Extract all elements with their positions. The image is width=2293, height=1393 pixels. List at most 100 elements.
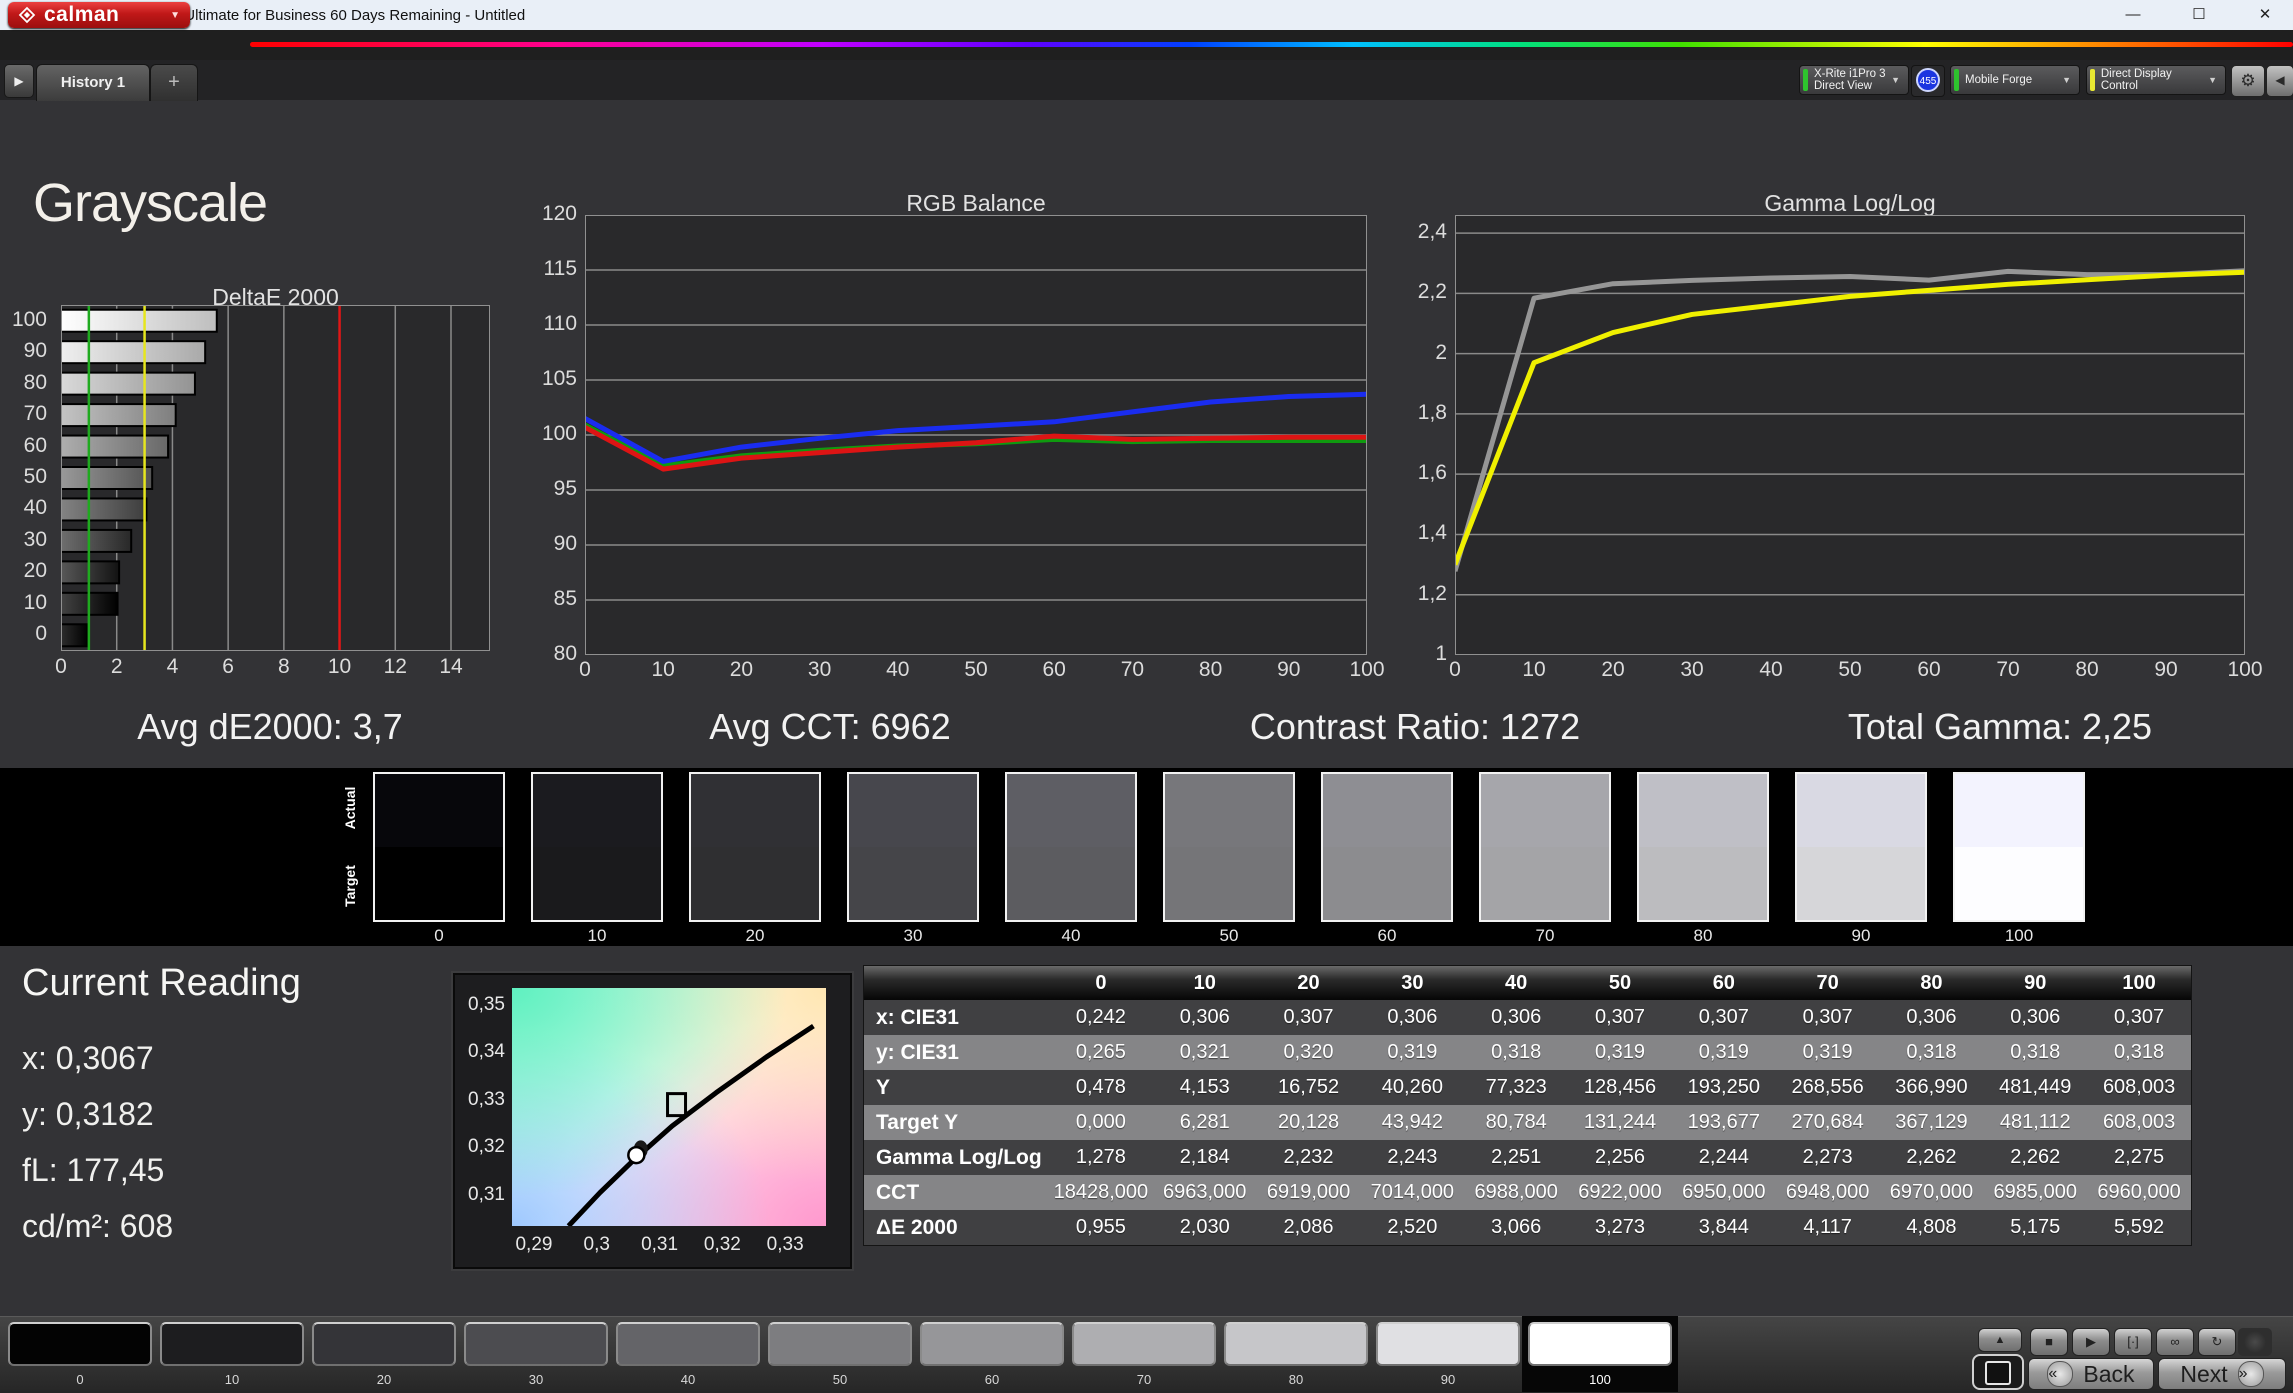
table-cell: 0,318 <box>1906 1041 1957 1063</box>
svg-rgb-xtick-90: 90 <box>1277 658 1301 681</box>
pattern-button-50[interactable] <box>768 1322 912 1366</box>
calman-menu-button[interactable]: calman ▼ <box>8 2 190 28</box>
display-control-dropdown[interactable]: Direct Display Control ▼ <box>2086 65 2226 95</box>
pattern-button-60[interactable] <box>920 1322 1064 1366</box>
swatch-actual-0 <box>375 774 503 847</box>
cie-ytick-3: 0,32 <box>468 1136 505 1158</box>
table-cell: 0,307 <box>1698 1006 1749 1028</box>
maximize-button[interactable]: ☐ <box>2176 0 2222 30</box>
meter-label: X-Rite i1Pro 3 Direct View <box>1814 68 1886 92</box>
svg-rgb-ytick-5: 95 <box>553 477 577 500</box>
history-panel-toggle-button[interactable]: ▶ <box>4 64 34 98</box>
cie-ytick-2: 0,33 <box>468 1088 505 1110</box>
source-status-accent <box>1954 69 1959 91</box>
row-label: Y <box>876 1075 891 1099</box>
table-cell: 0,307 <box>1283 1006 1334 1028</box>
deltae-ytick-70: 70 <box>23 402 47 426</box>
table-cell: 6963,000 <box>1163 1181 1247 1203</box>
cie-chart-overlay <box>566 1023 815 1226</box>
swatch-actual-20 <box>691 774 819 847</box>
meter-dropdown[interactable]: X-Rite i1Pro 3 Direct View ▼ <box>1799 65 1909 95</box>
pattern-button-label-80: 80 <box>1288 1372 1304 1387</box>
pattern-window-button[interactable] <box>1972 1354 2024 1390</box>
meter-badge-button[interactable]: 455 <box>1911 65 1945 97</box>
table-cell: 2,086 <box>1283 1216 1334 1238</box>
collapse-toolbar-button[interactable]: ◀ <box>2266 65 2293 97</box>
pattern-button-label-70: 70 <box>1136 1372 1152 1387</box>
table-cell: 2,256 <box>1594 1146 1646 1168</box>
table-cell: 2,244 <box>1698 1146 1749 1168</box>
pattern-button-10[interactable] <box>160 1322 304 1366</box>
titlebar: Calman 2025 Calman Ultimate for Business… <box>0 0 2293 30</box>
pattern-bar-expand-button[interactable]: ▲ <box>1978 1328 2022 1352</box>
svg-rgb-ytick-7: 85 <box>553 587 577 610</box>
pattern-button-40[interactable] <box>616 1322 760 1366</box>
pattern-button-30[interactable] <box>464 1322 608 1366</box>
deltae-ytick-40: 40 <box>23 496 47 520</box>
add-tab-button[interactable]: + <box>150 64 198 101</box>
table-header-20: 20 <box>1297 971 1320 994</box>
table-cell: 1,278 <box>1075 1146 1126 1168</box>
table-cell: 20,128 <box>1277 1111 1340 1133</box>
table-cell: 0,319 <box>1698 1041 1749 1063</box>
swatch-actual-80 <box>1639 774 1767 847</box>
cie-ytick-1: 0,34 <box>468 1041 505 1063</box>
table-cell: 2,232 <box>1283 1146 1334 1168</box>
pattern-button-70[interactable] <box>1072 1322 1216 1366</box>
table-cell: 3,844 <box>1698 1216 1749 1238</box>
table-cell: 2,275 <box>2114 1146 2165 1168</box>
display-status-accent <box>2090 69 2095 91</box>
stat-total-gamma: Total Gamma: 2,25 <box>1847 706 2153 747</box>
table-cell: 0,319 <box>1594 1041 1646 1063</box>
stat-avg-de2000: Avg dE2000: 3,7 <box>137 706 403 747</box>
next-button[interactable]: Next » <box>2158 1358 2286 1390</box>
tab-history-1[interactable]: History 1 <box>36 64 150 101</box>
pattern-button-20[interactable] <box>312 1322 456 1366</box>
svg-gamma-ytick-6: 1,2 <box>1417 581 1447 605</box>
table-cell: 2,251 <box>1491 1146 1542 1168</box>
stop-button[interactable]: ■ <box>2030 1328 2068 1356</box>
deltae-xtick-4: 4 <box>166 655 179 678</box>
back-button[interactable]: « Back <box>2028 1358 2154 1390</box>
loop-button[interactable]: ↻ <box>2198 1328 2236 1356</box>
close-button[interactable]: ✕ <box>2242 0 2288 30</box>
svg-rgb-ytick-4: 100 <box>541 422 577 445</box>
table-cell: 128,456 <box>1583 1076 1657 1098</box>
single-measure-button[interactable]: [·] <box>2114 1328 2152 1356</box>
swatch-strip-actual-label: Actual <box>342 786 358 830</box>
rainbow-divider <box>250 42 2293 47</box>
cie-xtick-2: 0,31 <box>641 1234 679 1255</box>
minimize-button[interactable]: — <box>2110 0 2156 30</box>
stat-avg-cct: Avg CCT: 6962 <box>709 706 951 747</box>
deltae-ytick-90: 90 <box>23 339 47 363</box>
row-label: Target Y <box>876 1110 959 1134</box>
swatch-target-0 <box>375 847 503 920</box>
calman-wordmark: calman <box>44 3 120 26</box>
table-cell: 6985,000 <box>1993 1181 2077 1203</box>
source-dropdown[interactable]: Mobile Forge ▼ <box>1950 65 2080 95</box>
table-cell: 0,478 <box>1075 1076 1126 1098</box>
svg-rgb-xtick-80: 80 <box>1198 658 1223 681</box>
table-cell: 4,153 <box>1179 1076 1230 1098</box>
settings-gear-button[interactable]: ⚙ <box>2231 65 2265 97</box>
table-cell: 0,307 <box>2114 1006 2165 1028</box>
table-cell: 6960,000 <box>2097 1181 2181 1203</box>
svg-gamma-xtick-0: 0 <box>1449 658 1461 681</box>
meter-status-accent <box>1803 69 1808 91</box>
play-button[interactable]: ▶ <box>2072 1328 2110 1356</box>
gamma-chart-title: Gamma Log/Log <box>1764 190 1936 216</box>
table-row-Y: Y 0,478 4,153 16,752 40,260 77,323 128,456 193,… <box>864 1070 2191 1105</box>
table-cell: 481,112 <box>1999 1111 2071 1133</box>
svg-gamma-ytick-1: 2,2 <box>1417 280 1447 304</box>
current-reading-x: x: 0,3067 <box>22 1040 154 1076</box>
continuous-measure-button[interactable]: ∞ <box>2156 1328 2194 1356</box>
table-cell: 4,808 <box>1906 1216 1957 1238</box>
pattern-button-80[interactable] <box>1224 1322 1368 1366</box>
display-control-label: Direct Display Control <box>2100 68 2172 92</box>
gray-swatch-60 <box>1321 772 1453 922</box>
pattern-button-90[interactable] <box>1376 1322 1520 1366</box>
pattern-button-100[interactable] <box>1528 1322 1672 1366</box>
table-cell: 0,242 <box>1075 1006 1126 1028</box>
pattern-button-0[interactable] <box>8 1322 152 1366</box>
row-label: y: CIE31 <box>876 1040 959 1064</box>
